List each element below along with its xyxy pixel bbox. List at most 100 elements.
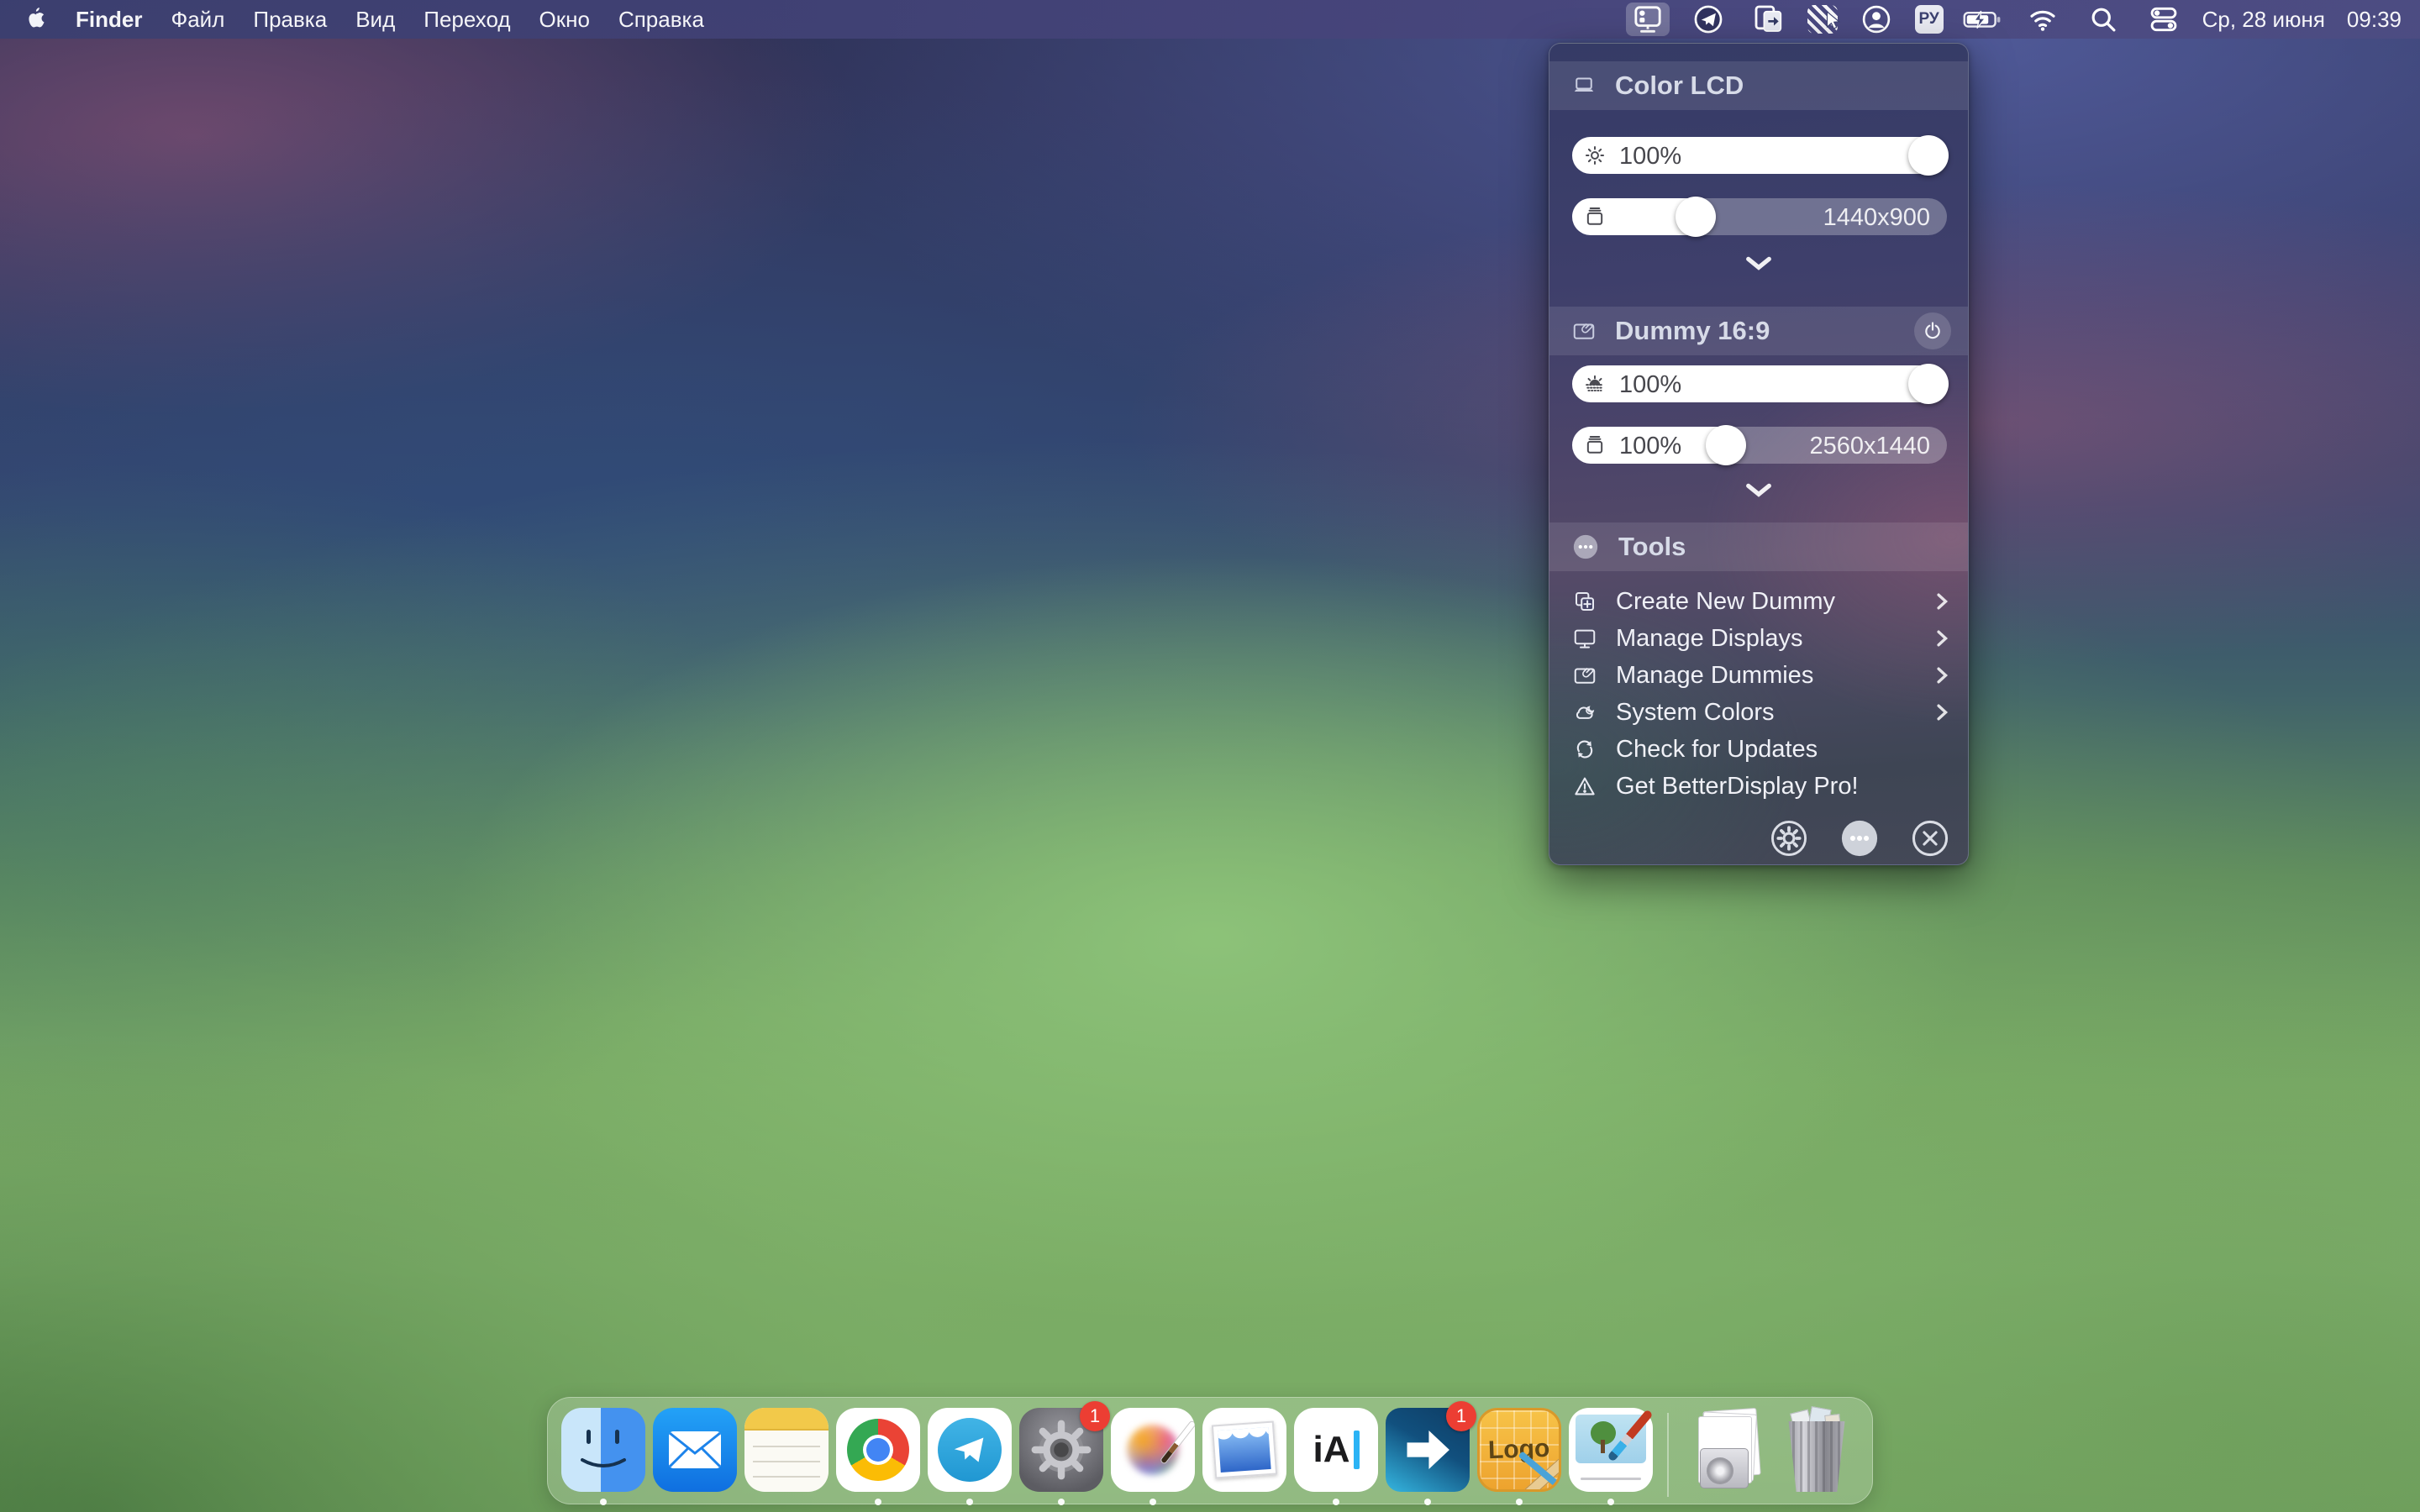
dock-finder[interactable] — [561, 1408, 645, 1505]
running-indicator — [1333, 1499, 1339, 1505]
betterdisplay-menubar-icon[interactable] — [1626, 3, 1670, 36]
monitor-icon — [1572, 626, 1597, 651]
running-indicator — [875, 1499, 881, 1505]
dummy-resolution-slider[interactable]: 100% 2560x1440 — [1572, 427, 1947, 464]
settings-gear-button[interactable] — [1770, 819, 1808, 858]
input-source-indicator[interactable]: РУ — [1915, 5, 1944, 34]
colorlcd-brightness-slider[interactable]: 100% — [1572, 137, 1947, 174]
menu-item-get-betterdisplay-pro[interactable]: Get BetterDisplay Pro! — [1549, 768, 1968, 805]
dummy-brightness-slider[interactable]: 100% — [1572, 365, 1947, 402]
running-indicator — [1516, 1499, 1523, 1505]
tools-title: Tools — [1618, 532, 1686, 562]
battery-icon[interactable] — [1960, 3, 2004, 36]
cloud-moon-icon — [1572, 700, 1597, 725]
duplicate-plus-icon — [1572, 589, 1597, 614]
menu-help[interactable]: Справка — [618, 7, 704, 33]
dock-trash[interactable] — [1775, 1408, 1859, 1505]
submenu-chevron-icon — [1933, 664, 1951, 686]
wifi-icon[interactable] — [2021, 3, 2065, 36]
app-menu-finder[interactable]: Finder — [76, 7, 142, 33]
refresh-icon — [1572, 737, 1597, 762]
menu-item-manage-dummies[interactable]: Manage Dummies — [1549, 657, 1968, 694]
menu-item-label: Check for Updates — [1616, 736, 1951, 764]
dock-system-settings[interactable]: 1 — [1019, 1408, 1103, 1505]
dummy-expand-chevron[interactable] — [1549, 479, 1968, 501]
submenu-chevron-icon — [1933, 701, 1951, 723]
menu-item-label: System Colors — [1616, 699, 1914, 727]
dock-ia-writer[interactable]: iA — [1294, 1408, 1378, 1505]
resolution-knob[interactable] — [1706, 425, 1746, 465]
running-indicator — [966, 1499, 973, 1505]
dummy-display-icon — [1571, 318, 1597, 344]
running-indicator — [1424, 1499, 1431, 1505]
menu-item-check-for-updates[interactable]: Check for Updates — [1549, 731, 1968, 768]
user-account-menubar-icon[interactable] — [1854, 3, 1898, 36]
brightness-value: 100% — [1619, 143, 1681, 171]
colorlcd-resolution-slider[interactable]: 1440x900 — [1572, 198, 1947, 235]
spotlight-search-icon[interactable] — [2081, 3, 2125, 36]
brightness-knob[interactable] — [1908, 135, 1949, 176]
running-indicator — [1607, 1499, 1614, 1505]
logo-app-text: Logo — [1488, 1435, 1550, 1466]
envelope-icon — [669, 1431, 721, 1468]
apple-menu-icon[interactable] — [25, 7, 47, 32]
submenu-chevron-icon — [1933, 591, 1951, 612]
dock-paint-app[interactable] — [1111, 1408, 1195, 1505]
menu-item-label: Manage Displays — [1616, 625, 1914, 653]
menu-file[interactable]: Файл — [171, 7, 224, 33]
dock-image-viewer[interactable] — [1202, 1408, 1286, 1505]
text-cursor-bar — [1354, 1431, 1360, 1469]
running-indicator — [1058, 1499, 1065, 1505]
resolution-knob[interactable] — [1676, 197, 1716, 237]
menu-window[interactable]: Окно — [539, 7, 590, 33]
resolution-icon — [1583, 205, 1607, 233]
striped-screen-menubar-icon[interactable] — [1807, 5, 1838, 34]
menu-item-create-new-dummy[interactable]: Create New Dummy — [1549, 583, 1968, 620]
colorlcd-expand-chevron[interactable] — [1549, 252, 1968, 274]
dock-telegram[interactable] — [928, 1408, 1012, 1505]
notification-badge: 1 — [1080, 1401, 1110, 1431]
dock: 1 iA — [547, 1397, 1873, 1504]
dock-mail[interactable] — [653, 1408, 737, 1505]
dummy-power-button[interactable] — [1914, 312, 1951, 349]
menu-view[interactable]: Вид — [355, 7, 395, 33]
submenu-chevron-icon — [1933, 627, 1951, 649]
menu-edit[interactable]: Правка — [253, 7, 327, 33]
menubar-time: 09:39 — [2347, 7, 2402, 33]
trash-basket — [1785, 1421, 1849, 1492]
menu-item-system-colors[interactable]: System Colors — [1549, 694, 1968, 731]
dummy-header: Dummy 16:9 — [1549, 307, 1968, 355]
hard-drive-icon — [1700, 1448, 1749, 1488]
brightness-knob[interactable] — [1908, 364, 1949, 404]
more-options-button[interactable] — [1840, 819, 1879, 858]
dock-share-arrow-app[interactable]: 1 — [1386, 1408, 1470, 1505]
dock-logo-app[interactable]: Logo — [1477, 1408, 1561, 1505]
menu-bar-status: РУ — [1626, 3, 2420, 36]
resolution-percent-value: 100% — [1619, 433, 1681, 460]
laptop-display-icon — [1571, 73, 1597, 98]
dock-disk-image-stack[interactable] — [1683, 1408, 1767, 1505]
menu-item-label: Get BetterDisplay Pro! — [1616, 773, 1951, 801]
control-center-icon[interactable] — [2142, 3, 2186, 36]
warning-triangle-icon — [1572, 774, 1597, 799]
betterdisplay-panel: Color LCD 100% — [1549, 43, 1969, 865]
sunrise-brightness-icon — [1583, 372, 1607, 400]
brightness-sun-icon — [1583, 144, 1607, 171]
tools-header: Tools — [1549, 522, 1968, 571]
menubar-clock[interactable]: Ср, 28 июня 09:39 — [2202, 7, 2402, 33]
close-button[interactable] — [1911, 819, 1949, 858]
display-name: Color LCD — [1615, 71, 1744, 101]
dock-backup-paint-app[interactable] — [1569, 1408, 1653, 1505]
telegram-menubar-icon[interactable] — [1686, 3, 1730, 36]
screen-copy-menubar-icon[interactable] — [1747, 3, 1791, 36]
brightness-value: 100% — [1619, 371, 1681, 399]
dock-chrome[interactable] — [836, 1408, 920, 1505]
dock-notes[interactable] — [744, 1408, 829, 1505]
display-name: Dummy 16:9 — [1615, 316, 1770, 346]
panel-footer — [1770, 819, 1949, 858]
menu-bar: Finder Файл Правка Вид Переход Окно Спра… — [0, 0, 2420, 39]
resolution-icon — [1583, 433, 1607, 461]
menu-item-manage-displays[interactable]: Manage Displays — [1549, 620, 1968, 657]
menu-go[interactable]: Переход — [424, 7, 510, 33]
dock-divider — [1667, 1413, 1669, 1497]
